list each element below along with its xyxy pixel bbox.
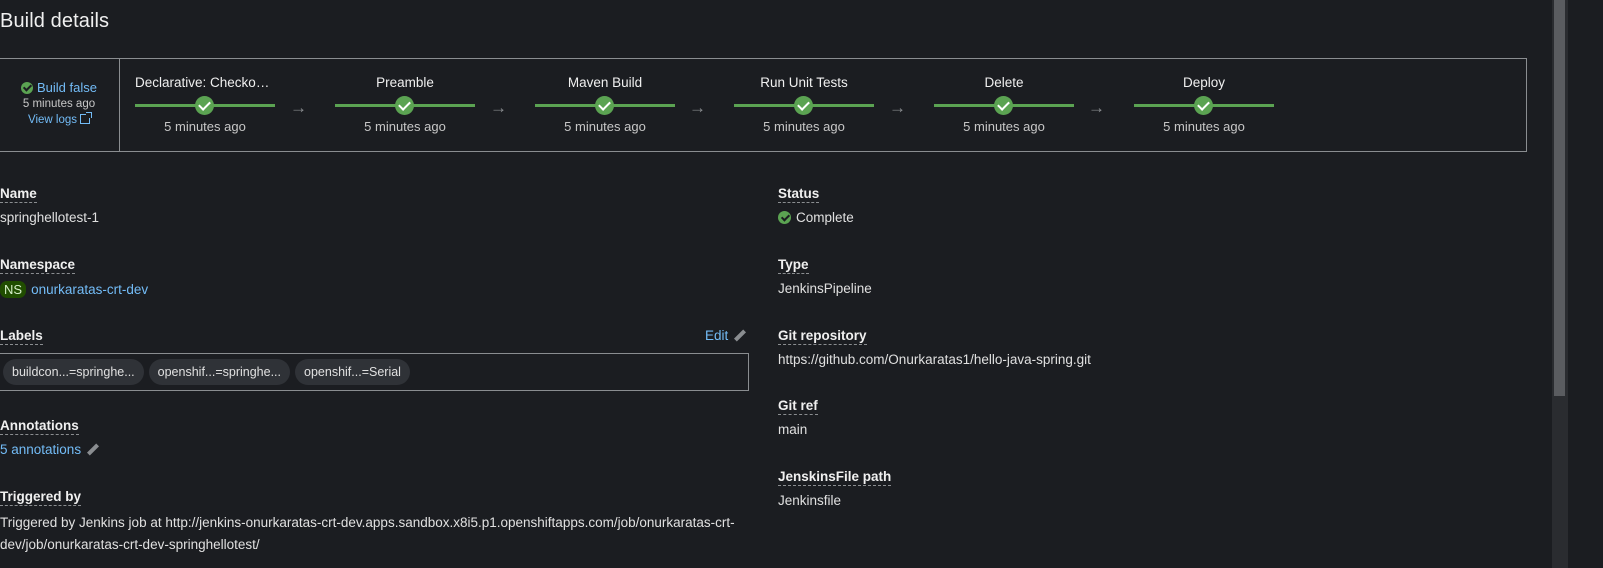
pipeline-summary: Build false 5 minutes ago View logs — [0, 59, 120, 151]
jenkinsfile-path-value: Jenkinsfile — [778, 493, 842, 508]
stage-success-icon — [595, 96, 614, 115]
stage-arrow-icon: → — [490, 98, 507, 117]
stage-success-icon — [195, 96, 214, 115]
stage-progress-bar — [1134, 96, 1274, 115]
stage-arrow-icon: → — [889, 98, 906, 117]
annotations-link[interactable]: 5 annotations — [0, 442, 81, 457]
view-logs-label[interactable]: View logs — [28, 114, 77, 126]
stage-arrow-icon: → — [689, 98, 706, 117]
git-repository-value: https://github.com/Onurkaratas1/hello-ja… — [778, 352, 1091, 367]
pipeline-stage-maven-build[interactable]: Maven Build 5 minutes ago — [535, 59, 675, 151]
namespace-value: NS onurkaratas-crt-dev — [0, 281, 148, 298]
pipeline-visualization: Build false 5 minutes ago View logs Decl… — [0, 58, 1527, 152]
stage-success-icon — [395, 96, 414, 115]
stage-arrow-icon: → — [1088, 98, 1105, 117]
label-chip[interactable]: openshif...=Serial — [295, 359, 410, 385]
status-value: Complete — [778, 210, 854, 225]
pencil-icon[interactable] — [87, 444, 99, 456]
annotations-label: Annotations — [0, 418, 79, 435]
stage-arrow-icon: → — [290, 98, 307, 117]
build-time: 5 minutes ago — [22, 98, 96, 110]
type-value: JenkinsPipeline — [778, 281, 872, 296]
pipeline-stage-preamble[interactable]: Preamble 5 minutes ago — [335, 59, 475, 151]
pipeline-stage-delete[interactable]: Delete 5 minutes ago — [934, 59, 1074, 151]
stage-progress-bar — [934, 96, 1074, 115]
stage-name: Maven Build — [567, 75, 643, 90]
pipeline-stage-deploy[interactable]: Deploy 5 minutes ago — [1134, 59, 1274, 151]
name-label: Name — [0, 186, 37, 203]
success-check-icon — [778, 211, 791, 224]
external-link-icon — [80, 112, 92, 124]
pipeline-stage-run-unit-tests[interactable]: Run Unit Tests 5 minutes ago — [734, 59, 874, 151]
triggered-by-label: Triggered by — [0, 489, 82, 506]
git-ref-label: Git ref — [778, 398, 818, 415]
build-status-label[interactable]: Build false — [37, 80, 97, 95]
status-label: Status — [778, 186, 820, 203]
build-status-link[interactable]: Build false — [0, 80, 119, 95]
stage-name: Preamble — [376, 75, 434, 90]
labels-list: buildcon...=springhe... openshif...=spri… — [0, 353, 749, 391]
triggered-by-value: Triggered by Jenkins job at http://jenki… — [0, 515, 735, 552]
git-repository-label: Git repository — [778, 328, 867, 345]
jenkinsfile-path-label: JenskinsFile path — [778, 469, 892, 486]
stage-success-icon — [1194, 96, 1213, 115]
namespace-link[interactable]: onurkaratas-crt-dev — [31, 282, 148, 297]
pipeline-stage-checkout[interactable]: Declarative: Checkout ... 5 minutes ago — [135, 59, 275, 151]
build-details-page: Build details Build false 5 minutes ago … — [0, 0, 1603, 568]
stage-name: Delete — [984, 75, 1024, 90]
stage-name: Run Unit Tests — [760, 75, 848, 90]
stage-success-icon — [794, 96, 813, 115]
status-text: Complete — [796, 210, 854, 225]
label-chip[interactable]: openshif...=springhe... — [148, 359, 291, 385]
stage-time: 5 minutes ago — [164, 119, 246, 134]
stage-time: 5 minutes ago — [763, 119, 845, 134]
stage-success-icon — [994, 96, 1013, 115]
stage-name: Deploy — [1182, 75, 1226, 90]
stage-progress-bar — [734, 96, 874, 115]
labels-label: Labels — [0, 328, 43, 345]
view-logs-link[interactable]: View logs — [0, 112, 119, 126]
namespace-label: Namespace — [0, 257, 76, 274]
stage-time: 5 minutes ago — [364, 119, 446, 134]
edit-labels-button[interactable]: Edit — [705, 328, 746, 343]
git-ref-value: main — [778, 422, 808, 437]
stage-progress-bar — [535, 96, 675, 115]
stage-time: 5 minutes ago — [963, 119, 1045, 134]
namespace-badge: NS — [0, 281, 27, 298]
annotations-value: 5 annotations — [0, 442, 99, 457]
stage-name: Declarative: Checkout ... — [135, 75, 275, 90]
stage-time: 5 minutes ago — [1163, 119, 1245, 134]
page-title: Build details — [0, 10, 110, 32]
edit-labels-label[interactable]: Edit — [705, 328, 728, 343]
name-value: springhellotest-1 — [0, 210, 100, 225]
right-gutter — [1568, 0, 1603, 568]
pencil-icon — [734, 330, 746, 342]
success-check-icon — [21, 81, 33, 94]
type-label: Type — [778, 257, 809, 274]
vertical-scrollbar-thumb[interactable] — [1554, 0, 1565, 396]
stage-progress-bar — [135, 96, 275, 115]
stage-time: 5 minutes ago — [564, 119, 646, 134]
stage-progress-bar — [335, 96, 475, 115]
label-chip[interactable]: buildcon...=springhe... — [3, 359, 144, 385]
